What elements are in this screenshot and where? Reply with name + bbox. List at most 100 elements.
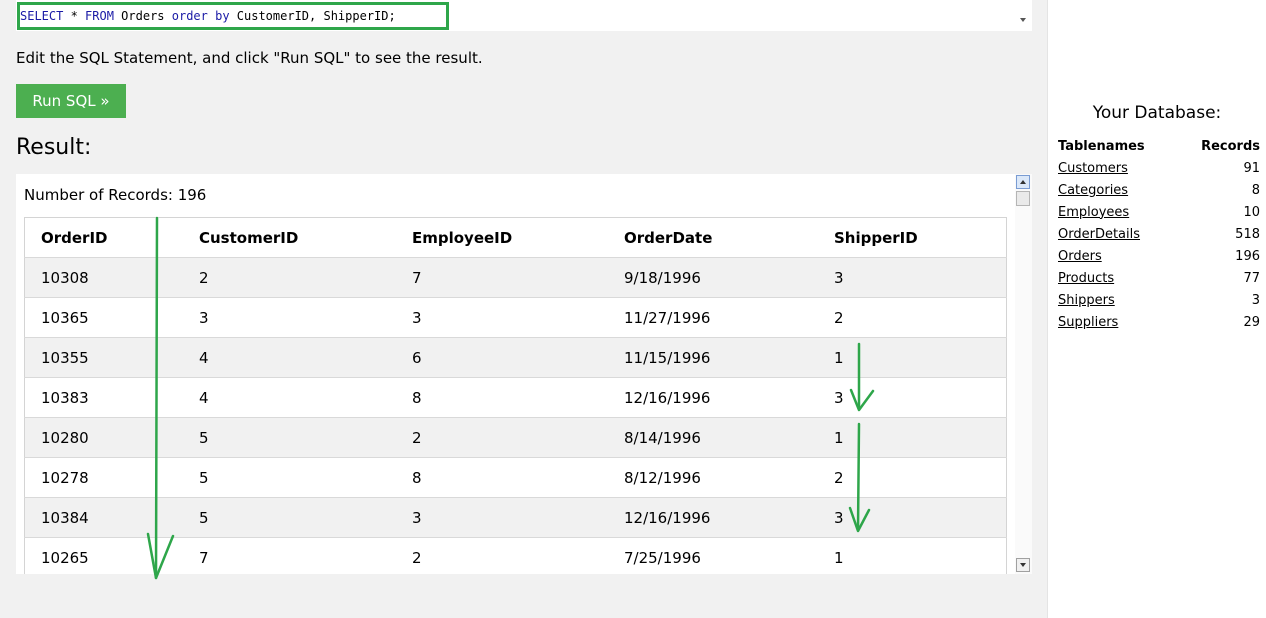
- database-table-row: Employees 10: [1058, 201, 1260, 223]
- database-table: Tablenames Records Customers 91 Categori…: [1058, 136, 1260, 333]
- cell-employeeid: 8: [412, 388, 422, 407]
- table-row: 10365 3 3 11/27/1996 2: [24, 297, 1007, 338]
- records-header: Records: [1201, 139, 1260, 154]
- database-table-row: Shippers 3: [1058, 289, 1260, 311]
- column-header-orderdate: OrderDate: [624, 228, 713, 247]
- table-header-row: OrderID CustomerID EmployeeID OrderDate …: [24, 218, 1007, 258]
- table-link-shippers[interactable]: Shippers: [1058, 293, 1115, 308]
- tablenames-header: Tablenames: [1058, 139, 1145, 154]
- cell-customerid: 5: [199, 428, 209, 447]
- record-count-value: 8: [1251, 182, 1260, 198]
- cell-shipperid: 3: [834, 388, 844, 407]
- record-count-value: 3: [1251, 292, 1260, 308]
- column-header-orderid: OrderID: [41, 228, 108, 247]
- cell-orderid: 10384: [41, 508, 89, 527]
- table-row: 10278 5 8 8/12/1996 2: [24, 457, 1007, 498]
- run-sql-button[interactable]: Run SQL »: [16, 84, 126, 118]
- result-panel: Number of Records: 196 OrderID CustomerI…: [16, 174, 1032, 574]
- scroll-down-button[interactable]: [1016, 558, 1030, 572]
- cell-orderid: 10278: [41, 468, 89, 487]
- result-table: OrderID CustomerID EmployeeID OrderDate …: [24, 217, 1007, 574]
- cell-orderdate: 8/12/1996: [624, 468, 701, 487]
- cell-orderdate: 11/27/1996: [624, 308, 711, 327]
- cell-orderid: 10365: [41, 308, 89, 327]
- database-table-row: Customers 91: [1058, 157, 1260, 179]
- record-count-value: 91: [1243, 160, 1260, 176]
- instructions-text: Edit the SQL Statement, and click "Run S…: [16, 49, 483, 67]
- cell-orderid: 10383: [41, 388, 89, 407]
- column-header-shipperid: ShipperID: [834, 228, 918, 247]
- column-header-employeeid: EmployeeID: [412, 228, 513, 247]
- record-count-value: 10: [1243, 204, 1260, 220]
- database-header-row: Tablenames Records: [1058, 136, 1260, 157]
- cell-orderid: 10355: [41, 348, 89, 367]
- cell-employeeid: 8: [412, 468, 422, 487]
- scroll-up-button[interactable]: [1016, 175, 1030, 189]
- cell-orderdate: 11/15/1996: [624, 348, 711, 367]
- sql-token: CustomerID, ShipperID;: [229, 9, 396, 23]
- database-table-row: Suppliers 29: [1058, 311, 1260, 333]
- database-table-row: Orders 196: [1058, 245, 1260, 267]
- table-link-customers[interactable]: Customers: [1058, 161, 1128, 176]
- cell-customerid: 3: [199, 308, 209, 327]
- cell-shipperid: 1: [834, 548, 844, 567]
- cell-customerid: 5: [199, 508, 209, 527]
- cell-orderdate: 12/16/1996: [624, 388, 711, 407]
- table-row: 10265 7 2 7/25/1996 1: [24, 537, 1007, 574]
- table-link-orders[interactable]: Orders: [1058, 249, 1102, 264]
- cell-employeeid: 2: [412, 428, 422, 447]
- result-heading: Result:: [16, 135, 92, 160]
- database-table-row: Categories 8: [1058, 179, 1260, 201]
- cell-orderdate: 9/18/1996: [624, 268, 701, 287]
- cell-shipperid: 3: [834, 268, 844, 287]
- database-heading: Your Database:: [1092, 103, 1222, 123]
- cell-shipperid: 3: [834, 508, 844, 527]
- editor-scrollbar[interactable]: [1015, 0, 1032, 31]
- sql-token: *: [63, 9, 86, 23]
- cell-shipperid: 2: [834, 308, 844, 327]
- record-count-value: 29: [1243, 314, 1260, 330]
- result-scrollbar[interactable]: [1015, 174, 1032, 574]
- record-count-value: 196: [1235, 248, 1260, 264]
- record-count-value: 77: [1243, 270, 1260, 286]
- cell-orderid: 10280: [41, 428, 89, 447]
- cell-customerid: 4: [199, 348, 209, 367]
- table-link-categories[interactable]: Categories: [1058, 183, 1128, 198]
- record-count-value: 518: [1235, 226, 1260, 242]
- table-link-employees[interactable]: Employees: [1058, 205, 1129, 220]
- cell-customerid: 2: [199, 268, 209, 287]
- sql-keyword-select: SELECT: [20, 9, 64, 23]
- cell-orderid: 10265: [41, 548, 89, 567]
- table-row: 10383 4 8 12/16/1996 3: [24, 377, 1007, 418]
- record-count: Number of Records: 196: [24, 186, 207, 204]
- cell-orderdate: 7/25/1996: [624, 548, 701, 567]
- database-table-row: Products 77: [1058, 267, 1260, 289]
- sql-keyword-order-by: order by: [171, 9, 230, 23]
- cell-employeeid: 2: [412, 548, 422, 567]
- cell-employeeid: 3: [412, 308, 422, 327]
- cell-customerid: 4: [199, 388, 209, 407]
- column-header-customerid: CustomerID: [199, 228, 299, 247]
- table-link-products[interactable]: Products: [1058, 271, 1114, 286]
- cell-shipperid: 1: [834, 348, 844, 367]
- table-row: 10280 5 2 8/14/1996 1: [24, 417, 1007, 458]
- scroll-thumb[interactable]: [1016, 191, 1030, 206]
- table-link-orderdetails[interactable]: OrderDetails: [1058, 227, 1140, 242]
- cell-shipperid: 2: [834, 468, 844, 487]
- chevron-down-icon[interactable]: [1020, 18, 1026, 22]
- table-row: 10384 5 3 12/16/1996 3: [24, 497, 1007, 538]
- cell-orderid: 10308: [41, 268, 89, 287]
- cell-customerid: 7: [199, 548, 209, 567]
- database-sidebar: Your Database: Tablenames Records Custom…: [1048, 0, 1266, 618]
- table-row: 10308 2 7 9/18/1996 3: [24, 257, 1007, 298]
- cell-orderdate: 12/16/1996: [624, 508, 711, 527]
- sql-token: Orders: [113, 9, 172, 23]
- sql-statement[interactable]: SELECT * FROM Orders order by CustomerID…: [20, 8, 396, 24]
- cell-customerid: 5: [199, 468, 209, 487]
- cell-employeeid: 7: [412, 268, 422, 287]
- cell-orderdate: 8/14/1996: [624, 428, 701, 447]
- table-row: 10355 4 6 11/15/1996 1: [24, 337, 1007, 378]
- table-link-suppliers[interactable]: Suppliers: [1058, 315, 1118, 330]
- sql-editor[interactable]: SELECT * FROM Orders order by CustomerID…: [16, 0, 1032, 31]
- cell-employeeid: 3: [412, 508, 422, 527]
